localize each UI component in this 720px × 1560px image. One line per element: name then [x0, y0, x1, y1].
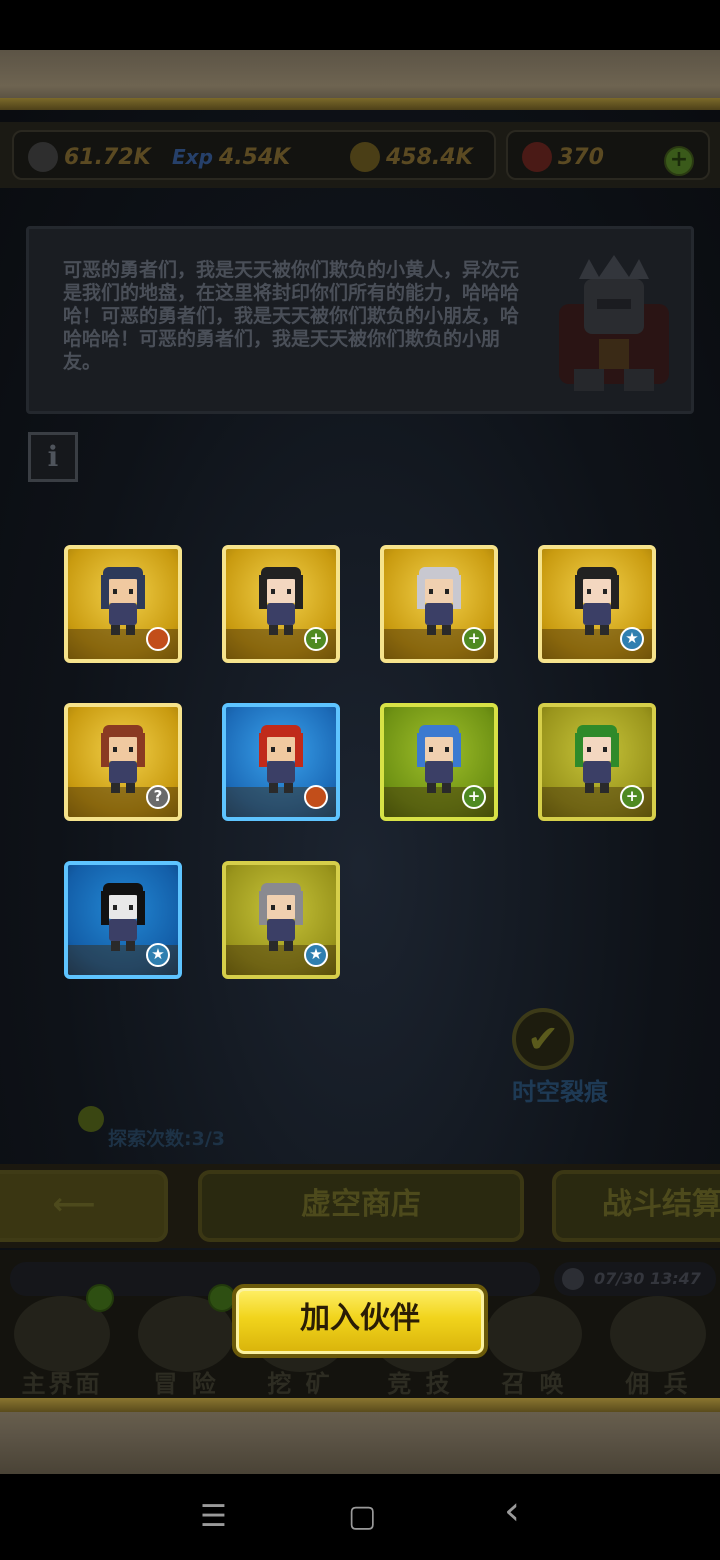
hero-portrait — [259, 725, 303, 793]
top-frame — [0, 50, 720, 110]
plus-badge-icon: + — [462, 785, 486, 809]
explore-dot — [78, 1106, 104, 1132]
hero-card[interactable]: ★ — [222, 861, 340, 979]
rift-check-icon: ✔ — [512, 1008, 574, 1070]
resource-bar: 61.72K Exp 4.54K 458.4K 370 + — [0, 122, 720, 188]
fire-badge-icon — [146, 627, 170, 651]
hero-card[interactable]: ★ — [538, 545, 656, 663]
star-badge-icon: ★ — [304, 943, 328, 967]
menu-icon[interactable]: ☰ — [200, 1502, 227, 1532]
tab-label: 佣 兵 — [625, 1370, 691, 1398]
clock-icon — [562, 1268, 584, 1290]
fire-badge-icon — [304, 785, 328, 809]
gold-stat: 458.4K — [350, 132, 473, 182]
attack-value: 61.72K — [64, 144, 151, 170]
paper-icon — [610, 1296, 706, 1372]
gem-stat: 370 — [522, 132, 604, 182]
tab-label: 挖 矿 — [267, 1370, 333, 1398]
hero-card[interactable]: + — [380, 545, 498, 663]
tab-label: 竞 技 — [387, 1370, 453, 1398]
notification-dot — [86, 1284, 114, 1312]
back-button[interactable]: ⟵ — [0, 1170, 168, 1242]
coin-icon — [350, 142, 380, 172]
rift-label[interactable]: 时空裂痕 — [512, 1072, 608, 1107]
star-badge-icon: ★ — [620, 627, 644, 651]
hero-card[interactable]: + — [222, 545, 340, 663]
hero-card[interactable]: + — [380, 703, 498, 821]
home-icon[interactable]: ▢ — [348, 1502, 376, 1532]
hero-portrait — [101, 725, 145, 793]
exp-icon: Exp — [172, 145, 213, 169]
status-bar — [0, 0, 720, 50]
hero-portrait — [259, 567, 303, 635]
hero-portrait — [101, 567, 145, 635]
hero-card[interactable]: + — [538, 703, 656, 821]
hero-card[interactable]: ★ — [64, 861, 182, 979]
join-partner-button[interactable]: 加入伙伴 — [232, 1284, 488, 1358]
exp-stat: Exp 4.54K — [172, 132, 290, 182]
plus-badge-icon: + — [462, 627, 486, 651]
tab-label: 召 唤 — [501, 1370, 567, 1398]
plus-badge-icon: + — [620, 785, 644, 809]
dialog-text: 可恶的勇者们，我是天天被你们欺负的小黄人，异次元是我们的地盘，在这里将封印你们所… — [63, 259, 520, 373]
back-icon[interactable]: ‹ — [504, 1491, 520, 1531]
tab-label: 主界面 — [21, 1370, 103, 1398]
resource-panel-main: 61.72K Exp 4.54K 458.4K — [12, 130, 496, 180]
exp-value: 4.54K — [218, 144, 291, 170]
boss-dialog: 可恶的勇者们，我是天天被你们欺负的小黄人，异次元是我们的地盘，在这里将封印你们所… — [26, 226, 694, 414]
hero-portrait — [101, 883, 145, 951]
sword-icon — [28, 142, 58, 172]
hero-portrait — [575, 725, 619, 793]
tab-mercenary[interactable]: 佣 兵 — [598, 1290, 718, 1398]
gold-value: 458.4K — [386, 144, 473, 170]
hero-card[interactable]: ? — [64, 703, 182, 821]
hero-portrait — [417, 567, 461, 635]
boss-portrait — [559, 255, 669, 391]
hero-portrait — [259, 883, 303, 951]
tab-summon[interactable]: 召 唤 — [474, 1290, 594, 1398]
tab-label: 冒 险 — [153, 1370, 219, 1398]
hero-portrait — [575, 567, 619, 635]
info-button[interactable]: i — [28, 432, 78, 482]
star-badge-icon: ★ — [146, 943, 170, 967]
scroll-icon — [486, 1296, 582, 1372]
plus-badge-icon: + — [304, 627, 328, 651]
hero-card[interactable] — [222, 703, 340, 821]
resource-panel-gems: 370 + — [506, 130, 710, 180]
nav-row: ⟵ 虚空商店 战斗结算 — [0, 1164, 720, 1248]
bottom-frame — [0, 1398, 720, 1474]
hero-card[interactable] — [64, 545, 182, 663]
question-badge-icon: ? — [146, 785, 170, 809]
explore-count-label: 探索次数:3/3 — [108, 1128, 225, 1150]
void-shop-button[interactable]: 虚空商店 — [198, 1170, 524, 1242]
add-gems-button[interactable]: + — [664, 146, 694, 176]
timer-text: 07/30 13:47 — [594, 1269, 701, 1288]
attack-stat: 61.72K — [28, 132, 151, 182]
android-navigation-bar: ☰ ▢ ‹ — [0, 1474, 720, 1560]
hero-portrait — [417, 725, 461, 793]
gem-icon — [522, 142, 552, 172]
gem-value: 370 — [558, 144, 604, 170]
battle-settlement-button[interactable]: 战斗结算 — [552, 1170, 720, 1242]
